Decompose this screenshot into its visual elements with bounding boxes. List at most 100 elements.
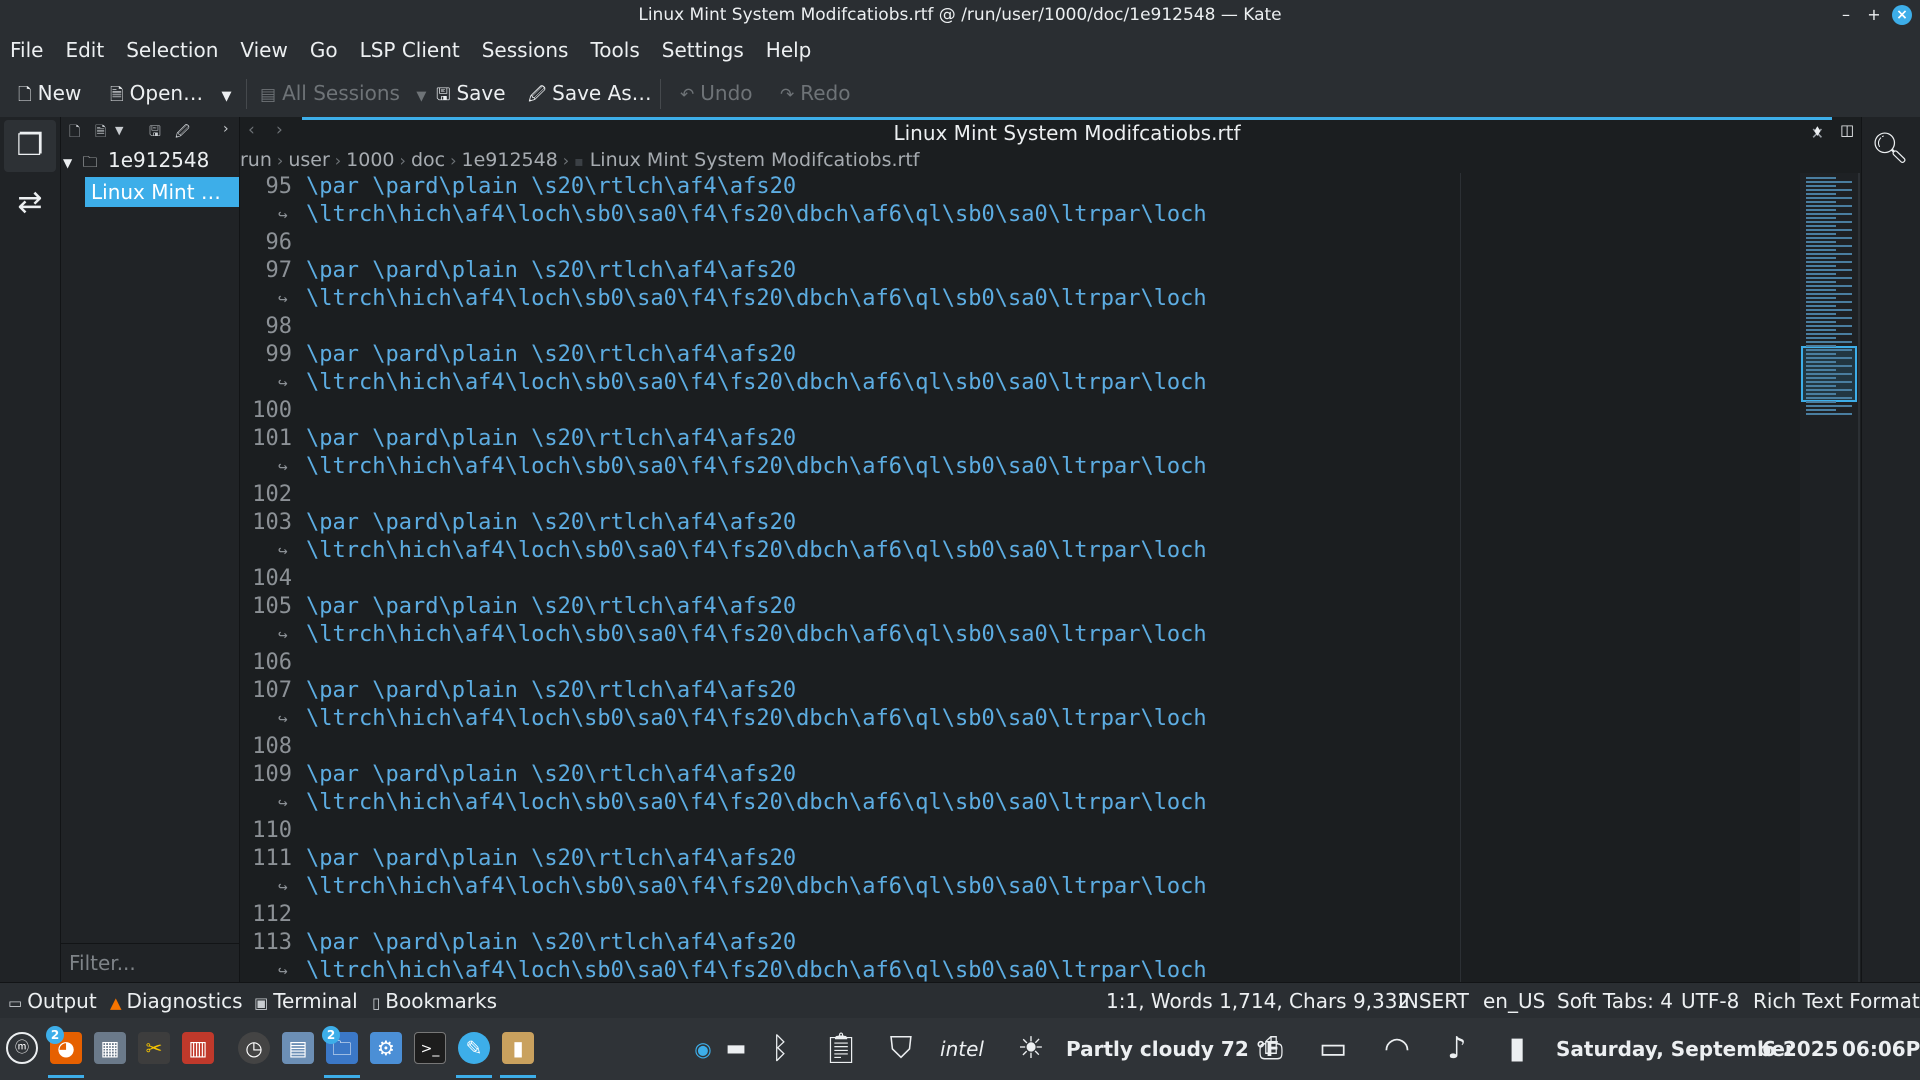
split-view-icon[interactable]: ◫ <box>1840 121 1854 139</box>
menu-view[interactable]: View <box>229 31 298 69</box>
close-button[interactable]: × <box>1892 5 1912 25</box>
code-line[interactable]: 95 \par \pard\plain \s20\rtlch\af4\afs20 <box>240 173 1800 201</box>
code-line-wrapped[interactable]: ↪ \ltrch\hich\af4\loch\sb0\sa0\f4\fs20\db… <box>240 201 1800 229</box>
code-line[interactable]: 113 \par \pard\plain \s20\rtlch\af4\afs20 <box>240 929 1800 957</box>
output-panel-button[interactable]: ▭ Output <box>8 983 97 1019</box>
redo-button[interactable]: ↷ Redo <box>780 77 850 109</box>
screenshot-app-icon[interactable]: ▦ <box>94 1032 126 1064</box>
disk-icon[interactable]: ▬ <box>722 1028 750 1070</box>
code-line-wrapped[interactable]: ↪ \ltrch\hich\af4\loch\sb0\sa0\f4\fs20\db… <box>240 453 1800 481</box>
indentation[interactable]: Soft Tabs: 4 <box>1557 983 1673 1019</box>
breadcrumb-item[interactable]: 1000 <box>346 149 394 171</box>
maximize-button[interactable]: + <box>1864 5 1884 25</box>
file-type[interactable]: Rich Text Format <box>1753 983 1920 1019</box>
chevron-right-icon[interactable]: › <box>223 121 229 137</box>
all-sessions-button[interactable]: ▤ All Sessions ▼ <box>260 77 426 109</box>
tree-folder-row[interactable]: ▼ 🗀 1e912548 <box>61 145 239 175</box>
code-line[interactable]: 101 \par \pard\plain \s20\rtlch\af4\afs20 <box>240 425 1800 453</box>
open-button[interactable]: 🗎 Open… ▼ <box>110 77 231 109</box>
menu-selection[interactable]: Selection <box>115 31 229 69</box>
code-line[interactable]: 99 \par \pard\plain \s20\rtlch\af4\afs20 <box>240 341 1800 369</box>
save-as-document-icon[interactable]: 🖉 <box>175 121 190 145</box>
code-line[interactable]: 109 \par \pard\plain \s20\rtlch\af4\afs20 <box>240 761 1800 789</box>
code-line-wrapped[interactable]: ↪ \ltrch\hich\af4\loch\sb0\sa0\f4\fs20\db… <box>240 285 1800 313</box>
breadcrumb-item[interactable]: user <box>288 149 329 171</box>
tab-document[interactable]: Linux Mint System Modifcatiobs.rtf ✕ <box>302 117 1832 147</box>
menu-help[interactable]: Help <box>755 31 823 69</box>
firewall-icon[interactable]: ▥ <box>182 1032 214 1064</box>
code-line[interactable]: 112 <box>240 901 1800 929</box>
breadcrumb-item[interactable]: run <box>240 149 272 171</box>
search-document-icon[interactable]: 🔍︎ <box>1864 123 1916 175</box>
code-line[interactable]: 98 <box>240 313 1800 341</box>
projects-icon[interactable]: ⇄ <box>4 177 56 229</box>
input-mode[interactable]: INSERT <box>1398 983 1469 1019</box>
settings-app-icon[interactable]: ⚙ <box>370 1032 402 1064</box>
pin-icon[interactable]: ⬧ <box>1814 121 1821 139</box>
back-icon[interactable]: ‹ <box>248 120 255 140</box>
code-line[interactable]: 100 <box>240 397 1800 425</box>
shield-icon[interactable]: ⛉ <box>878 1028 924 1070</box>
code-line-wrapped[interactable]: ↪ \ltrch\hich\af4\loch\sb0\sa0\f4\fs20\db… <box>240 621 1800 649</box>
save-as-button[interactable]: 🖉 Save As… <box>528 77 652 109</box>
minimize-button[interactable]: – <box>1836 5 1856 25</box>
code-line[interactable]: 110 <box>240 817 1800 845</box>
menu-lsp-client[interactable]: LSP Client <box>349 31 471 69</box>
code-line[interactable]: 111 \par \pard\plain \s20\rtlch\af4\afs20 <box>240 845 1800 873</box>
minimap[interactable] <box>1800 173 1860 982</box>
weather-icon[interactable]: ☀ <box>1008 1028 1054 1070</box>
code-view[interactable]: 95 \par \pard\plain \s20\rtlch\af4\afs20 ↪… <box>240 173 1800 982</box>
breadcrumb-item[interactable]: Linux Mint System Modifcatiobs.rtf <box>590 149 920 171</box>
filter-input[interactable]: Filter... <box>61 943 239 981</box>
menu-edit[interactable]: Edit <box>54 31 115 69</box>
dictionary[interactable]: en_US <box>1483 983 1545 1019</box>
code-line[interactable]: 105 \par \pard\plain \s20\rtlch\af4\afs20 <box>240 593 1800 621</box>
wifi-icon[interactable]: ◠ <box>1372 1028 1422 1070</box>
code-line[interactable]: 96 <box>240 229 1800 257</box>
code-line-wrapped[interactable]: ↪ \ltrch\hich\af4\loch\sb0\sa0\f4\fs20\db… <box>240 369 1800 397</box>
terminal-panel-button[interactable]: ▣ Terminal <box>254 983 358 1019</box>
day-year-text[interactable]: 6 2025 <box>1762 1018 1839 1080</box>
encoding[interactable]: UTF-8 <box>1681 983 1739 1019</box>
save-document-icon[interactable]: 🖫 <box>149 121 161 145</box>
cursor-position[interactable]: 1:1, Words 1,714, Chars 9,332 <box>1106 983 1410 1019</box>
undo-button[interactable]: ↶ Undo <box>680 77 753 109</box>
documents-icon[interactable]: ❐ <box>4 120 56 172</box>
forward-icon[interactable]: › <box>276 120 283 140</box>
archive-manager-icon[interactable]: ▮ <box>500 1032 536 1078</box>
code-line[interactable]: 102 <box>240 481 1800 509</box>
code-line[interactable]: 103 \par \pard\plain \s20\rtlch\af4\afs20 <box>240 509 1800 537</box>
code-line-wrapped[interactable]: ↪ \ltrch\hich\af4\loch\sb0\sa0\f4\fs20\db… <box>240 957 1800 982</box>
chevron-down-icon[interactable]: ▼ <box>63 156 72 170</box>
kate-editor-icon[interactable]: ✎ <box>456 1032 492 1078</box>
display-icon[interactable]: ▭ <box>1308 1028 1358 1070</box>
chevron-down-icon[interactable]: ▼ <box>221 89 231 104</box>
intel-icon[interactable]: intel <box>936 1028 988 1070</box>
terminal-app-icon[interactable]: >_ <box>414 1032 446 1064</box>
clipboard-icon[interactable]: 📋︎ <box>818 1028 864 1070</box>
menu-go[interactable]: Go <box>299 31 349 69</box>
document-viewer-icon[interactable]: ▤ <box>282 1032 314 1064</box>
mint-menu-icon[interactable]: ⓜ <box>6 1032 38 1064</box>
date-text[interactable]: Saturday, September <box>1556 1018 1795 1080</box>
code-line[interactable]: 107 \par \pard\plain \s20\rtlch\af4\afs20 <box>240 677 1800 705</box>
menu-file[interactable]: File <box>0 31 54 69</box>
new-document-icon[interactable]: 🗋 <box>69 121 80 145</box>
code-line[interactable]: 108 <box>240 733 1800 761</box>
printer-icon[interactable]: ⎙ <box>1246 1028 1296 1070</box>
chevron-down-icon[interactable]: ▼ <box>115 124 123 137</box>
new-button[interactable]: 🗋 New <box>18 77 81 109</box>
code-line[interactable]: 97 \par \pard\plain \s20\rtlch\af4\afs20 <box>240 257 1800 285</box>
file-manager-icon[interactable]: 🗀 2 <box>322 1026 360 1078</box>
vertical-scrollbar[interactable] <box>1858 173 1860 982</box>
menu-sessions[interactable]: Sessions <box>471 31 580 69</box>
code-line[interactable]: 104 <box>240 565 1800 593</box>
breadcrumb-item[interactable]: doc <box>411 149 445 171</box>
open-document-icon[interactable]: 🗎 <box>95 121 106 145</box>
time-text[interactable]: 06:06PM <box>1842 1018 1920 1080</box>
bluetooth-icon[interactable]: ᛒ <box>762 1028 798 1070</box>
video-editor-icon[interactable]: ✂ <box>138 1032 170 1064</box>
tree-file-row[interactable]: Linux Mint … <box>85 177 239 207</box>
battery-icon[interactable]: ▮ <box>1494 1028 1540 1070</box>
breadcrumb-item[interactable]: 1e912548 <box>461 149 557 171</box>
